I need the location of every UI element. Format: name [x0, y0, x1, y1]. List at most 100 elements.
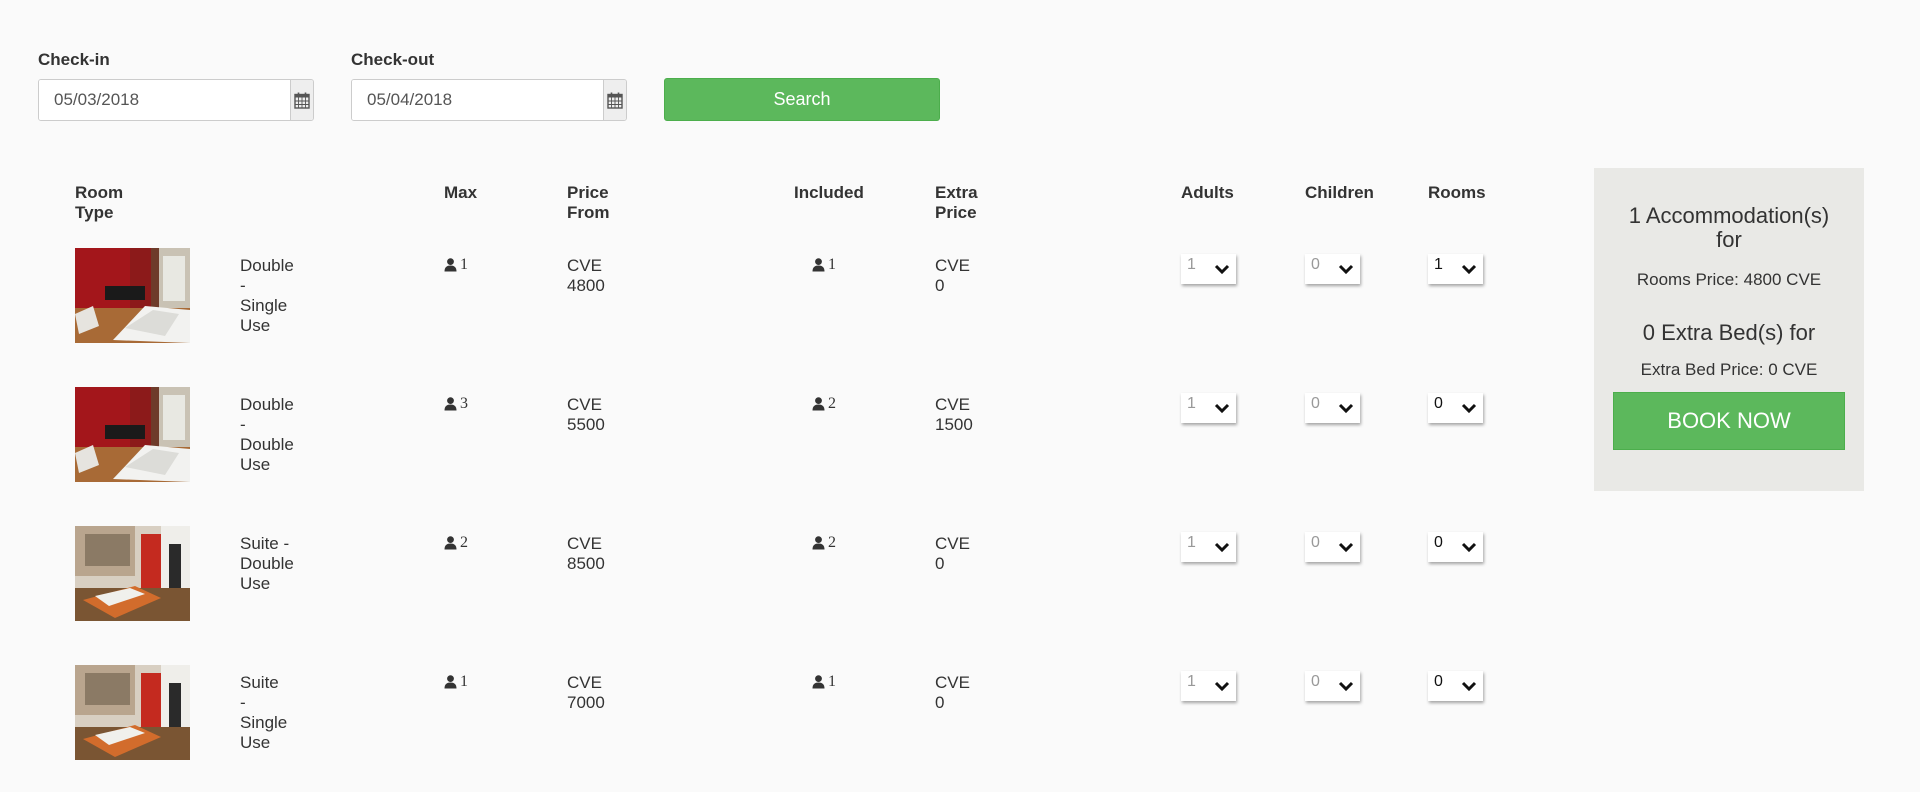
adults-value: 1 [1187, 256, 1196, 273]
included-guests: 1 [812, 673, 836, 694]
checkout-label: Check-out [351, 50, 435, 69]
header-adults: Adults [1181, 183, 1234, 202]
max-guests-value: 3 [460, 395, 468, 412]
adults-value: 1 [1187, 534, 1196, 551]
room-thumbnail[interactable] [75, 526, 190, 621]
checkout-calendar-button[interactable] [603, 80, 626, 120]
checkin-group: Check-in [38, 50, 314, 121]
children-value: 0 [1311, 673, 1320, 690]
book-now-button[interactable]: BOOK NOW [1613, 392, 1845, 450]
room-photo [75, 387, 190, 482]
extra-beds: 0 Extra Bed(s) for [1642, 320, 1816, 345]
room-name: Suite - Single Use [240, 673, 288, 752]
chevron-down-icon [1214, 542, 1230, 553]
room-name: Double - Double Use [240, 395, 294, 474]
rooms-select[interactable]: 0 [1428, 393, 1483, 423]
rooms-value: 0 [1434, 534, 1443, 551]
price-from: CVE 4800 [567, 256, 605, 295]
header-included: Included [794, 183, 864, 202]
header-extra-price: Extra Price [935, 183, 978, 222]
person-icon [444, 536, 457, 550]
extra-price: CVE 0 [935, 256, 970, 295]
max-guests: 3 [444, 395, 468, 416]
adults-value: 1 [1187, 395, 1196, 412]
header-children: Children [1305, 183, 1374, 202]
included-guests: 1 [812, 256, 836, 277]
chevron-down-icon [1461, 264, 1477, 275]
max-guests-value: 1 [460, 256, 468, 273]
price-from: CVE 8500 [567, 534, 605, 573]
chevron-down-icon [1461, 403, 1477, 414]
room-photo [75, 665, 190, 760]
chevron-down-icon [1338, 264, 1354, 275]
chevron-down-icon [1214, 264, 1230, 275]
max-guests-value: 1 [460, 673, 468, 690]
chevron-down-icon [1338, 403, 1354, 414]
room-thumbnail[interactable] [75, 665, 190, 760]
header-room-type: Room Type [75, 183, 124, 222]
accommodations-for: for [1716, 227, 1742, 252]
chevron-down-icon [1214, 681, 1230, 692]
adults-value: 1 [1187, 673, 1196, 690]
rooms-select[interactable]: 1 [1428, 254, 1483, 284]
children-value: 0 [1311, 534, 1320, 551]
adults-select[interactable]: 1 [1181, 671, 1236, 701]
children-select[interactable]: 0 [1305, 532, 1360, 562]
rooms-price: Rooms Price: 4800 CVE [1636, 270, 1822, 289]
checkout-group: Check-out [351, 50, 627, 121]
included-guests: 2 [812, 534, 836, 555]
checkout-input[interactable] [352, 80, 603, 120]
included-guests-value: 1 [828, 673, 836, 690]
booking-summary: 1 Accommodation(s) for Rooms Price: 4800… [1594, 168, 1864, 491]
calendar-icon [294, 92, 310, 109]
person-icon [444, 258, 457, 272]
person-icon [812, 536, 825, 550]
included-guests-value: 1 [828, 256, 836, 273]
children-select[interactable]: 0 [1305, 671, 1360, 701]
children-select[interactable]: 0 [1305, 254, 1360, 284]
chevron-down-icon [1338, 542, 1354, 553]
included-guests: 2 [812, 395, 836, 416]
chevron-down-icon [1461, 681, 1477, 692]
max-guests: 1 [444, 673, 468, 694]
adults-select[interactable]: 1 [1181, 254, 1236, 284]
included-guests-value: 2 [828, 395, 836, 412]
chevron-down-icon [1214, 403, 1230, 414]
room-name: Suite - Double Use [240, 534, 294, 593]
room-name: Double - Single Use [240, 256, 294, 335]
extra-bed-price: Extra Bed Price: 0 CVE [1640, 360, 1818, 379]
header-max: Max [444, 183, 478, 202]
chevron-down-icon [1461, 542, 1477, 553]
accommodations-count: 1 Accommodation(s) [1628, 203, 1830, 228]
checkin-label: Check-in [38, 50, 110, 69]
children-value: 0 [1311, 256, 1320, 273]
rooms-select[interactable]: 0 [1428, 671, 1483, 701]
person-icon [812, 397, 825, 411]
extra-price: CVE 1500 [935, 395, 973, 434]
person-icon [812, 258, 825, 272]
room-photo [75, 526, 190, 621]
room-photo [75, 248, 190, 343]
included-guests-value: 2 [828, 534, 836, 551]
checkin-input[interactable] [39, 80, 290, 120]
search-button[interactable]: Search [664, 78, 940, 121]
search-bar: Check-in 05/03/2018 Check-out 05/04/2018… [38, 50, 940, 121]
children-select[interactable]: 0 [1305, 393, 1360, 423]
header-rooms: Rooms [1428, 183, 1486, 202]
person-icon [444, 397, 457, 411]
max-guests: 2 [444, 534, 468, 555]
checkin-calendar-button[interactable] [290, 80, 313, 120]
rooms-value: 0 [1434, 673, 1443, 690]
booking-page: Check-in 05/03/2018 Check-out 05/04/2018… [0, 0, 1920, 792]
person-icon [812, 675, 825, 689]
room-thumbnail[interactable] [75, 387, 190, 482]
room-thumbnail[interactable] [75, 248, 190, 343]
price-from: CVE 7000 [567, 673, 605, 712]
checkout-field [351, 79, 627, 121]
adults-select[interactable]: 1 [1181, 532, 1236, 562]
rooms-select[interactable]: 0 [1428, 532, 1483, 562]
adults-select[interactable]: 1 [1181, 393, 1236, 423]
rooms-value: 1 [1434, 256, 1443, 273]
header-price-from: Price From [567, 183, 610, 222]
children-value: 0 [1311, 395, 1320, 412]
